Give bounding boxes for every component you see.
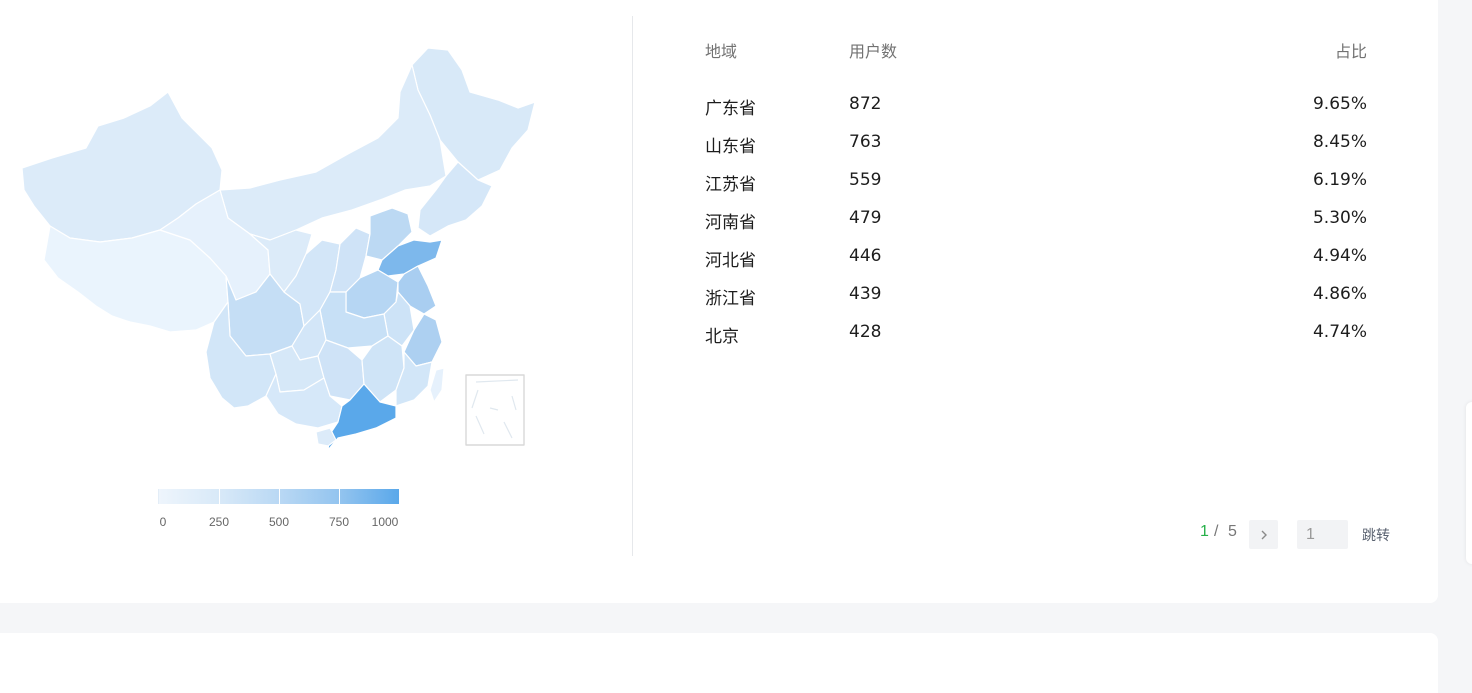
legend-tick: 0 (159, 515, 167, 529)
table-row: 山东省 763 8.45% (705, 132, 1367, 170)
cell-ratio: 8.45% (1312, 132, 1367, 152)
table-row: 浙江省 439 4.86% (705, 284, 1367, 322)
map-region-taiwan (429, 367, 445, 403)
map-legend: 0 250 500 750 1000 (158, 489, 400, 533)
legend-segment (158, 489, 219, 504)
cell-users: 479 (849, 208, 882, 228)
legend-gradient-bar (158, 489, 399, 504)
next-page-button[interactable] (1249, 520, 1278, 549)
south-china-sea-inset (465, 374, 525, 446)
cell-region: 河北省 (705, 251, 756, 271)
cell-region: 山东省 (705, 137, 756, 157)
table-row: 北京 428 4.74% (705, 322, 1367, 360)
vertical-divider (632, 16, 633, 556)
cell-region: 浙江省 (705, 289, 756, 309)
chevron-right-icon (1261, 530, 1267, 539)
jump-button[interactable]: 跳转 (1362, 525, 1390, 545)
table-row: 河北省 446 4.94% (705, 246, 1367, 284)
side-floating-tab[interactable] (1466, 402, 1472, 564)
legend-segment (219, 489, 279, 504)
next-card (0, 633, 1438, 693)
legend-segment (339, 489, 399, 504)
cell-users: 439 (849, 284, 882, 304)
cell-ratio: 6.19% (1312, 170, 1367, 190)
legend-tick: 500 (268, 515, 290, 529)
table-row: 河南省 479 5.30% (705, 208, 1367, 246)
cell-users: 428 (849, 322, 882, 342)
cell-users: 446 (849, 246, 882, 266)
table-row: 广东省 872 9.65% (705, 94, 1367, 132)
china-choropleth-map (0, 30, 560, 460)
header-users: 用户数 (849, 42, 898, 61)
legend-tick: 750 (328, 515, 350, 529)
cell-region: 北京 (705, 327, 739, 347)
legend-tick: 250 (208, 515, 230, 529)
header-ratio: 占比 (1334, 42, 1367, 61)
legend-tick: 1000 (371, 515, 399, 529)
page-jump-input[interactable] (1297, 520, 1348, 549)
cell-users: 559 (849, 170, 882, 190)
table-row: 江苏省 559 6.19% (705, 170, 1367, 208)
cell-ratio: 5.30% (1312, 208, 1367, 228)
legend-segment (279, 489, 339, 504)
header-region: 地域 (705, 42, 738, 61)
cell-ratio: 4.74% (1312, 322, 1367, 342)
pagination-total: 5 (1228, 523, 1237, 540)
cell-users: 763 (849, 132, 882, 152)
cell-region: 河南省 (705, 213, 756, 233)
map-region-inner-mongolia (219, 64, 447, 241)
cell-region: 广东省 (705, 99, 756, 119)
pagination-separator: / (1214, 523, 1219, 540)
pagination-current: 1 (1200, 523, 1209, 540)
cell-users: 872 (849, 94, 882, 114)
cell-ratio: 4.86% (1312, 284, 1367, 304)
cell-region: 江苏省 (705, 175, 756, 195)
cell-ratio: 9.65% (1312, 94, 1367, 114)
cell-ratio: 4.94% (1312, 246, 1367, 266)
